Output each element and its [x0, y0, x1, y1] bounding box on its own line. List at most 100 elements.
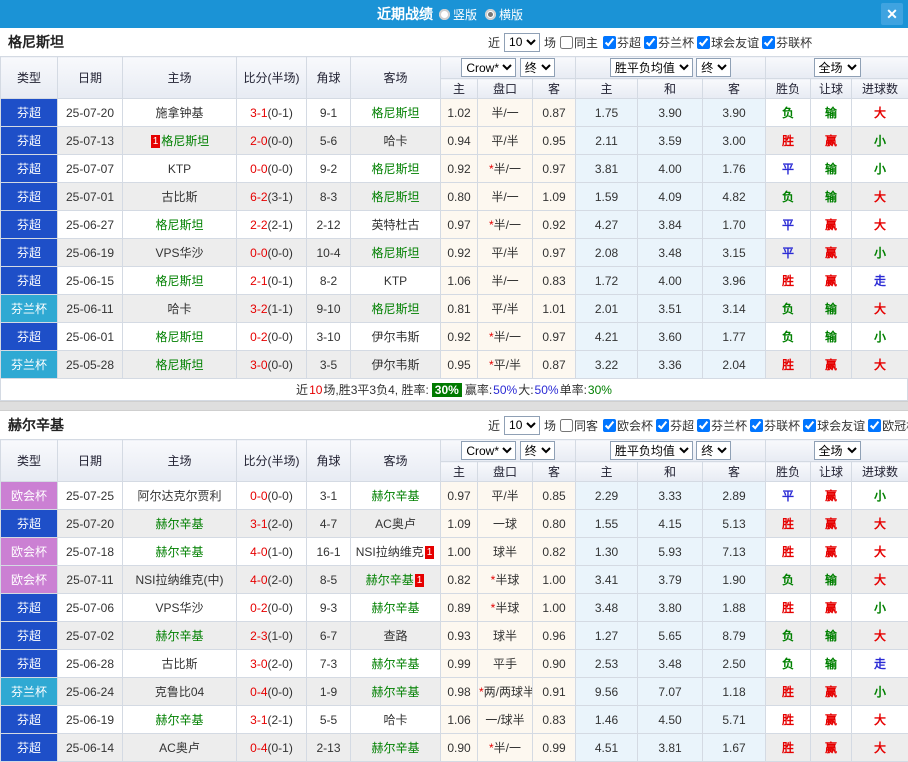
away-team-name[interactable]: 赫尔辛基: [371, 741, 419, 755]
fulltime-score[interactable]: 3-1: [250, 517, 267, 531]
home-team-name[interactable]: 赫尔辛基: [155, 517, 203, 531]
league-filter[interactable]: 欧会杯: [601, 417, 653, 434]
away-team-name[interactable]: 格尼斯坦: [371, 106, 419, 120]
avg-select[interactable]: 胜平负均值: [610, 441, 693, 460]
league-filter[interactable]: 芬兰杯: [695, 417, 747, 434]
home-team-name[interactable]: NSI拉纳维克(中): [136, 573, 224, 587]
fulltime-score[interactable]: 0-0: [250, 489, 267, 503]
fulltime-score[interactable]: 3-0: [250, 657, 267, 671]
odds-company-select[interactable]: Crow*: [461, 441, 516, 460]
avg-select[interactable]: 胜平负均值: [610, 58, 693, 77]
away-team-name[interactable]: 赫尔辛基: [371, 657, 419, 671]
same-home-checkbox[interactable]: [560, 36, 573, 49]
home-team-name[interactable]: 古比斯: [161, 190, 197, 204]
league-filter[interactable]: 芬联杯: [760, 34, 812, 51]
league-filter[interactable]: 欧冠杯: [866, 417, 908, 434]
match-count-select[interactable]: 10: [504, 416, 540, 435]
league-checkbox[interactable]: [868, 419, 881, 432]
home-team-name[interactable]: 格尼斯坦: [155, 358, 203, 372]
league-checkbox[interactable]: [603, 419, 616, 432]
home-team-name[interactable]: 阿尔达克尔贾利: [137, 489, 221, 503]
away-team-name[interactable]: 赫尔辛基: [366, 573, 414, 587]
avg-time-select[interactable]: 终: [696, 58, 731, 77]
league-checkbox[interactable]: [697, 419, 710, 432]
radio-vertical-icon[interactable]: [439, 9, 450, 20]
away-team-name[interactable]: 哈卡: [383, 713, 407, 727]
fulltime-score[interactable]: 4-0: [250, 573, 267, 587]
home-team-name[interactable]: 古比斯: [161, 657, 197, 671]
league-checkbox[interactable]: [644, 36, 657, 49]
fulltime-score[interactable]: 3-1: [250, 713, 267, 727]
fulltime-score[interactable]: 2-2: [250, 218, 267, 232]
fulltime-score[interactable]: 4-0: [250, 545, 267, 559]
same-away-filter[interactable]: 同客: [558, 417, 598, 434]
home-team-name[interactable]: VPS华沙: [155, 601, 203, 615]
league-checkbox[interactable]: [750, 419, 763, 432]
away-team-name[interactable]: 赫尔辛基: [371, 685, 419, 699]
away-team-name[interactable]: 格尼斯坦: [371, 302, 419, 316]
fulltime-score[interactable]: 2-3: [250, 629, 267, 643]
league-filter[interactable]: 球会友谊: [695, 34, 759, 51]
fulltime-score[interactable]: 2-1: [250, 274, 267, 288]
odds-company-select[interactable]: Crow*: [461, 58, 516, 77]
avg-time-select[interactable]: 终: [696, 441, 731, 460]
home-team-name[interactable]: 克鲁比04: [155, 685, 204, 699]
radio-horizontal-icon[interactable]: [485, 9, 496, 20]
same-home-filter[interactable]: 同主: [558, 34, 598, 51]
fulltime-score[interactable]: 2-0: [250, 134, 267, 148]
home-team-name[interactable]: 哈卡: [167, 302, 191, 316]
away-team-name[interactable]: AC奥卢: [375, 517, 416, 531]
league-filter[interactable]: 芬超: [654, 417, 694, 434]
fulltime-score[interactable]: 0-0: [250, 162, 267, 176]
radio-horizontal[interactable]: 横版: [485, 6, 523, 23]
fulltime-score[interactable]: 0-2: [250, 601, 267, 615]
away-team-name[interactable]: 格尼斯坦: [371, 246, 419, 260]
away-team-name[interactable]: 伊尔韦斯: [371, 358, 419, 372]
home-team-name[interactable]: VPS华沙: [155, 246, 203, 260]
home-team-name[interactable]: AC奥卢: [159, 741, 200, 755]
away-team-name[interactable]: 英特杜古: [371, 218, 419, 232]
league-filter[interactable]: 球会友谊: [801, 417, 865, 434]
close-icon[interactable]: ✕: [881, 3, 903, 25]
away-team-name[interactable]: 赫尔辛基: [371, 601, 419, 615]
fulltime-score[interactable]: 6-2: [250, 190, 267, 204]
home-team-name[interactable]: 赫尔辛基: [155, 713, 203, 727]
home-team-name[interactable]: 格尼斯坦: [161, 134, 209, 148]
home-team-name[interactable]: 格尼斯坦: [155, 218, 203, 232]
home-team-name[interactable]: 赫尔辛基: [155, 629, 203, 643]
odds-time-select[interactable]: 终: [520, 58, 555, 77]
away-team-name[interactable]: NSI拉纳维克: [356, 545, 424, 559]
league-checkbox[interactable]: [762, 36, 775, 49]
fulltime-score[interactable]: 3-2: [250, 302, 267, 316]
scope-select[interactable]: 全场: [814, 441, 861, 460]
away-team-name[interactable]: 格尼斯坦: [371, 162, 419, 176]
away-team-name[interactable]: KTP: [384, 274, 407, 288]
fulltime-score[interactable]: 0-0: [250, 246, 267, 260]
scope-select[interactable]: 全场: [814, 58, 861, 77]
home-team-name[interactable]: 格尼斯坦: [155, 330, 203, 344]
league-checkbox[interactable]: [656, 419, 669, 432]
away-team-name[interactable]: 查路: [383, 629, 407, 643]
odds-time-select[interactable]: 终: [520, 441, 555, 460]
fulltime-score[interactable]: 0-4: [250, 741, 267, 755]
match-count-select[interactable]: 10: [504, 33, 540, 52]
home-team-name[interactable]: KTP: [168, 162, 191, 176]
fulltime-score[interactable]: 0-2: [250, 330, 267, 344]
league-checkbox[interactable]: [697, 36, 710, 49]
radio-vertical[interactable]: 竖版: [439, 6, 477, 23]
same-away-checkbox[interactable]: [560, 419, 573, 432]
home-team-name[interactable]: 施拿钟基: [155, 106, 203, 120]
league-filter[interactable]: 芬超: [601, 34, 641, 51]
home-team-name[interactable]: 格尼斯坦: [155, 274, 203, 288]
fulltime-score[interactable]: 3-1: [250, 106, 267, 120]
away-team-name[interactable]: 哈卡: [383, 134, 407, 148]
fulltime-score[interactable]: 0-4: [250, 685, 267, 699]
away-team-name[interactable]: 伊尔韦斯: [371, 330, 419, 344]
league-checkbox[interactable]: [803, 419, 816, 432]
league-checkbox[interactable]: [603, 36, 616, 49]
league-filter[interactable]: 芬联杯: [748, 417, 800, 434]
away-team-name[interactable]: 格尼斯坦: [371, 190, 419, 204]
home-team-name[interactable]: 赫尔辛基: [155, 545, 203, 559]
away-team-name[interactable]: 赫尔辛基: [371, 489, 419, 503]
league-filter[interactable]: 芬兰杯: [642, 34, 694, 51]
